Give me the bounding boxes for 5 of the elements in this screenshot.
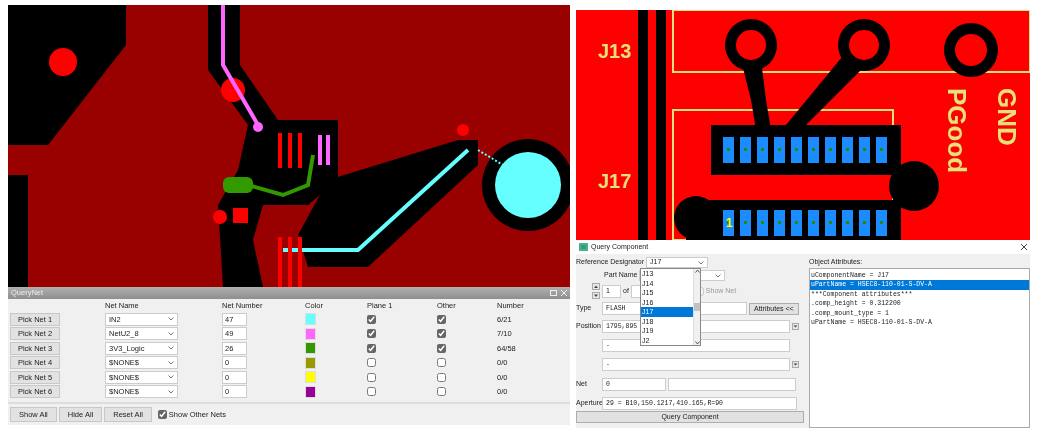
silkscreen-label: J17: [598, 170, 632, 192]
pin-number: 1: [726, 216, 733, 230]
silkscreen-label: GND: [992, 88, 1022, 146]
silkscreen-label: J13: [598, 40, 632, 62]
silkscreen-label: PGood: [942, 88, 972, 174]
